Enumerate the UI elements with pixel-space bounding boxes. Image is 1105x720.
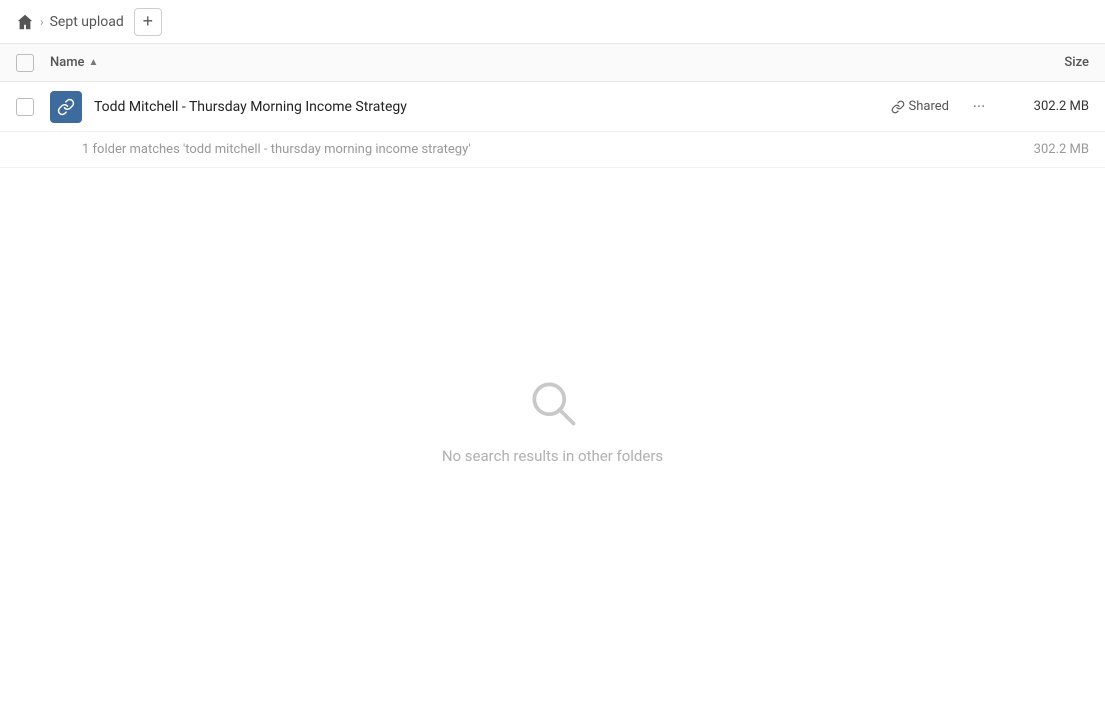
match-summary-text: 1 folder matches 'todd mitchell - thursd… — [82, 142, 471, 157]
no-results-text: No search results in other folders — [442, 447, 663, 465]
summary-size: 302.2 MB — [1034, 142, 1089, 157]
size-column-header: Size — [989, 55, 1089, 70]
file-icon — [50, 91, 82, 123]
breadcrumb-bar: › Sept upload + — [0, 0, 1105, 44]
more-options-button[interactable]: ··· — [965, 93, 993, 121]
add-button[interactable]: + — [134, 8, 162, 36]
name-column-header[interactable]: Name ▲ — [50, 55, 989, 70]
empty-state: No search results in other folders — [0, 168, 1105, 672]
breadcrumb-folder-name[interactable]: Sept upload — [50, 14, 124, 30]
summary-row: 1 folder matches 'todd mitchell - thursd… — [0, 132, 1105, 168]
sort-arrow: ▲ — [89, 57, 99, 68]
table-header: Name ▲ Size — [0, 44, 1105, 82]
shared-badge: Shared — [891, 99, 949, 114]
no-results-icon — [525, 375, 581, 431]
row-checkbox[interactable] — [16, 98, 34, 116]
file-name: Todd Mitchell - Thursday Morning Income … — [94, 99, 891, 115]
table-row[interactable]: Todd Mitchell - Thursday Morning Income … — [0, 82, 1105, 132]
breadcrumb-chevron: › — [40, 15, 44, 29]
file-size: 302.2 MB — [1009, 99, 1089, 114]
select-all-checkbox[interactable] — [16, 54, 34, 72]
home-button[interactable] — [16, 13, 34, 31]
